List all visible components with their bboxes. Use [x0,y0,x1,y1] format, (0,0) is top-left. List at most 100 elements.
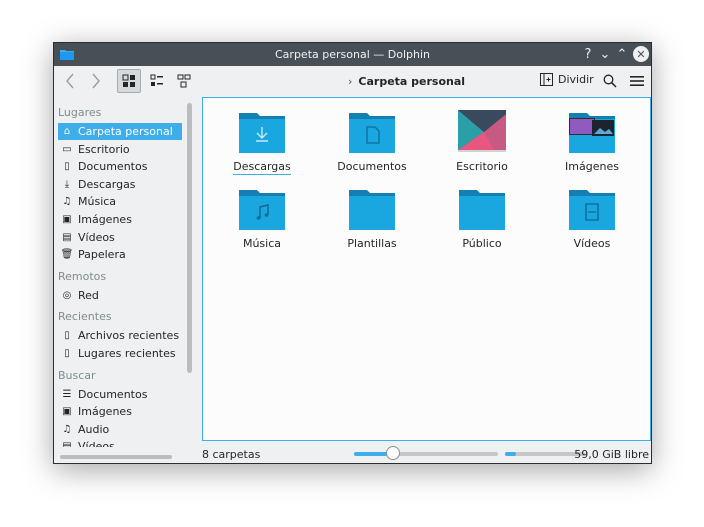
search-button[interactable] [600,69,620,93]
desktop-folder-preview-icon [437,110,527,157]
sidebar-item[interactable]: ▣ Imágenes [58,403,182,420]
back-button[interactable] [60,69,80,93]
file-item[interactable]: Documentos [327,110,417,173]
compact-view-icon [150,74,163,86]
recent-files-icon: ▯ [64,330,70,342]
sidebar-item-label: Música [78,195,117,209]
free-space-bar [505,452,585,456]
file-item[interactable]: Escritorio [437,110,527,173]
zoom-slider[interactable] [354,446,498,460]
sidebar-item-label: Descargas [78,177,136,191]
sidebar-section-title: Lugares [58,106,102,119]
file-item[interactable]: Público [437,187,527,250]
sidebar-item-label: Escritorio [78,142,130,156]
sidebar-item[interactable]: ▭ Escritorio [58,141,182,158]
file-item-label: Música [242,237,282,250]
status-bar: 8 carpetas 59,0 GiB libre [202,443,651,463]
breadcrumb[interactable]: › Carpeta personal [348,75,465,88]
sidebar-item[interactable]: ▤ Vídeos [58,438,182,447]
forward-button[interactable] [86,69,106,93]
folder-count: 8 carpetas [202,448,261,461]
image-icon: ▣ [62,406,72,418]
download-icon: ⤓ [64,178,70,190]
breadcrumb-chevron: › [348,75,353,88]
places-panel: Lugares ⌂ Carpeta personal ▭ Escritorio ▯ Docu… [54,97,194,447]
chevron-right-icon [92,73,100,89]
dolphin-window: Carpeta personal — Dolphin ? ⌄ ⌃ ✕ › Car… [53,42,652,464]
sidebar-item-label: Documentos [78,387,148,401]
file-item-label: Vídeos [573,237,611,250]
icons-view-button[interactable] [117,69,141,93]
file-item-label: Documentos [337,160,407,173]
sidebar-item[interactable]: ♫ Audio [58,421,182,438]
compact-view-button[interactable] [146,69,168,93]
trash-icon: 🗑 [60,249,74,261]
split-button[interactable]: Dividir [540,73,594,86]
sidebar-item-label: Carpeta personal [78,125,173,138]
file-item[interactable]: Música [217,187,307,250]
folder-icon [217,187,307,234]
title-bar[interactable]: Carpeta personal — Dolphin ? ⌄ ⌃ ✕ [54,43,651,66]
folder-icon [327,110,417,157]
file-item[interactable]: Vídeos [547,187,637,250]
folder-icon [437,187,527,234]
sidebar-item[interactable]: ☰ Documentos [58,386,182,403]
sidebar-item-label: Vídeos [78,440,115,447]
file-item[interactable]: Imágenes [547,110,637,173]
folder-icon [217,110,307,157]
sidebar-item-label: Imágenes [78,213,132,226]
sidebar-item[interactable]: ⤓ Descargas [58,176,182,193]
sidebar-item[interactable]: 🗑 Papelera [58,246,182,263]
sidebar-item[interactable]: ▯ Archivos recientes [58,327,182,344]
sidebar-item[interactable]: ⌂ Carpeta personal [58,123,182,140]
file-item-label: Imágenes [565,160,619,173]
sidebar-section-title: Remotos [58,269,107,283]
home-icon: ⌂ [63,126,71,137]
sidebar-item-label: Imágenes [78,405,132,419]
sidebar-item-label: Documentos [78,160,148,174]
search-icon [603,74,617,88]
image-icon: ▣ [62,214,72,225]
toolbar: › Carpeta personal Dividir [54,66,651,97]
sidebar-item-label: Audio [78,422,110,436]
split-label: Dividir [558,73,594,86]
zoom-slider-handle[interactable] [385,446,400,460]
sidebar-section-title: Recientes [58,310,112,324]
sidebar-item-label: Vídeos [78,230,115,244]
file-item[interactable]: Descargas [217,110,307,175]
desktop-icon: ▭ [62,143,72,155]
details-view-button[interactable] [173,69,195,93]
grid-view-icon [122,74,135,87]
folder-icon [327,187,417,234]
sidebar-section-title: Buscar [58,368,96,382]
help-button[interactable]: ? [580,46,596,62]
recent-places-icon: ▯ [64,348,70,359]
file-item[interactable]: Plantillas [327,187,417,250]
minimize-button[interactable]: ⌄ [597,46,613,62]
film-icon: ▤ [62,441,72,447]
close-button[interactable]: ✕ [633,46,649,62]
tree-view-icon [177,74,191,88]
sidebar-item[interactable]: ▣ Imágenes [58,211,182,228]
music-icon: ♫ [62,423,72,435]
split-view-icon [540,73,553,86]
sidebar-item[interactable]: ▤ Vídeos [58,229,182,246]
sidebar-item-label: Red [78,288,99,302]
file-item-label: Escritorio [456,160,508,173]
sidebar-item[interactable]: ▯ Lugares recientes [58,345,182,362]
menu-button[interactable] [627,69,647,93]
music-icon: ♫ [62,196,72,208]
sidebar-item-label: Papelera [78,248,126,262]
sidebar-item[interactable]: ▯ Documentos [58,158,182,175]
file-view[interactable]: Descargas Documentos Escritorio Imágenes Mús… [202,97,651,441]
folder-icon [547,110,637,157]
sidebar-item-label: Archivos recientes [78,329,180,343]
sidebar-horizontal-scrollbar[interactable] [60,455,172,459]
sidebar-item[interactable]: ♫ Música [58,193,182,210]
sidebar-item[interactable]: ◎ Red [58,287,182,304]
sidebar-vertical-scrollbar[interactable] [187,103,192,373]
maximize-button[interactable]: ⌃ [614,46,630,62]
breadcrumb-current[interactable]: Carpeta personal [358,75,465,88]
sidebar-item-label: Lugares recientes [78,347,176,360]
text-icon: ☰ [62,388,72,400]
